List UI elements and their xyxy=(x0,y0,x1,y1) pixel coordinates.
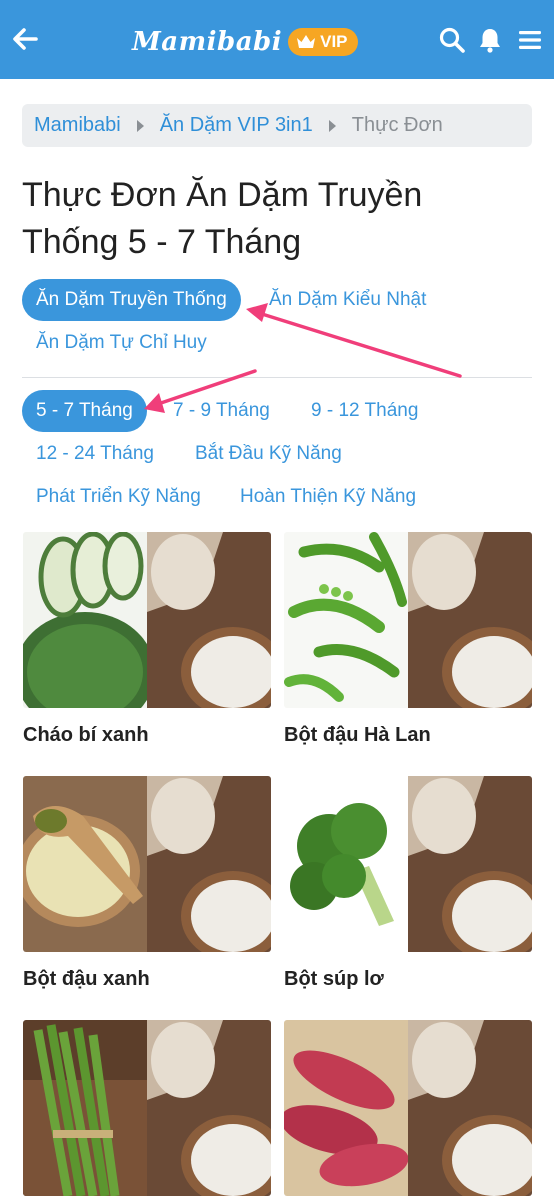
breadcrumb: Mamibabi Ăn Dặm VIP 3in1 Thực Đơn xyxy=(22,104,532,147)
logo-text: Mamibabi xyxy=(132,27,283,57)
tab-7-9-thang[interactable]: 7 - 9 Tháng xyxy=(173,390,270,432)
breadcrumb-separator-icon xyxy=(136,119,144,132)
page-title: Thực Đơn Ăn Dặm Truyền Thống 5 - 7 Tháng xyxy=(22,176,423,261)
crown-icon xyxy=(297,35,316,48)
tab-an-dam-truyen-thong[interactable]: Ăn Dặm Truyền Thống xyxy=(22,279,241,321)
hamburger-menu-icon[interactable] xyxy=(516,26,544,54)
mung-bean-flour-and-rice-flour-photo xyxy=(23,776,271,952)
breadcrumb-current: Thực Đơn xyxy=(351,114,443,136)
winter-melon-and-rice-flour-photo xyxy=(23,532,271,708)
app-header: Mamibabi VIP xyxy=(0,0,554,79)
recipe-title: Bột đậu Hà Lan xyxy=(284,724,431,746)
recipe-title: Bột đậu xanh xyxy=(23,968,150,990)
search-icon[interactable] xyxy=(438,26,466,54)
asparagus-and-rice-flour-photo xyxy=(23,1020,271,1196)
tab-an-dam-tu-chi-huy[interactable]: Ăn Dặm Tự Chỉ Huy xyxy=(36,322,207,364)
bell-icon[interactable] xyxy=(476,26,504,54)
tab-bat-dau-ky-nang[interactable]: Bắt Đầu Kỹ Năng xyxy=(195,433,342,475)
tab-hoan-thien-ky-nang[interactable]: Hoàn Thiện Kỹ Năng xyxy=(240,476,416,518)
breadcrumb-home-link[interactable]: Mamibabi xyxy=(34,114,121,137)
logo[interactable]: Mamibabi VIP xyxy=(132,24,358,60)
sweet-potato-and-rice-flour-photo xyxy=(284,1020,532,1196)
vip-label: VIP xyxy=(320,32,348,51)
tab-12-24-thang[interactable]: 12 - 24 Tháng xyxy=(36,433,154,475)
broccoli-and-rice-flour-photo xyxy=(284,776,532,952)
breadcrumb-separator-icon xyxy=(328,119,336,132)
tab-9-12-thang[interactable]: 9 - 12 Tháng xyxy=(311,390,418,432)
recipe-title: Cháo bí xanh xyxy=(23,724,149,746)
tab-5-7-thang[interactable]: 5 - 7 Tháng xyxy=(22,390,147,432)
breadcrumb-section-link[interactable]: Ăn Dặm VIP 3in1 xyxy=(160,114,313,137)
tabs-divider xyxy=(22,377,532,378)
recipe-title: Bột súp lơ xyxy=(284,968,384,990)
tab-an-dam-kieu-nhat[interactable]: Ăn Dặm Kiểu Nhật xyxy=(269,279,426,321)
green-peas-and-rice-flour-photo xyxy=(284,532,532,708)
back-arrow-icon[interactable] xyxy=(10,24,40,54)
tab-phat-trien-ky-nang[interactable]: Phát Triển Kỹ Năng xyxy=(36,476,201,518)
vip-badge[interactable]: VIP xyxy=(288,28,358,56)
